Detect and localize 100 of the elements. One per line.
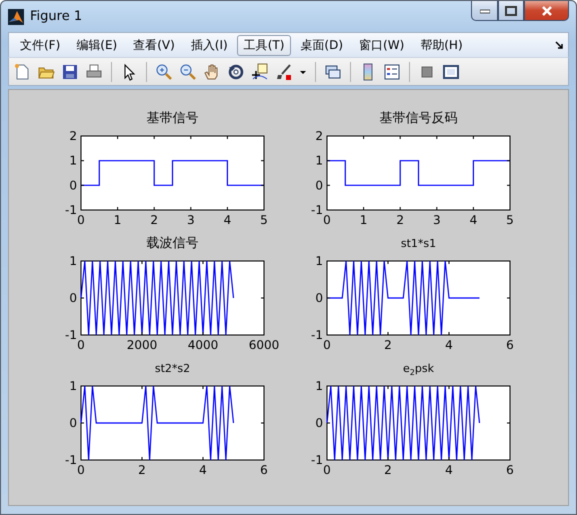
tick-mark <box>506 422 510 424</box>
tick-mark <box>400 136 401 140</box>
tick-mark <box>363 206 364 210</box>
rotate-icon[interactable] <box>227 62 245 80</box>
tick-mark <box>506 184 510 186</box>
tick-label: 1 <box>315 379 323 393</box>
tick-label: 2 <box>150 213 158 227</box>
tick-label: 0 <box>315 291 323 305</box>
tick-label: 2 <box>69 129 77 143</box>
tick-label: 1 <box>315 254 323 268</box>
tick-label: 5 <box>506 213 514 227</box>
menu-item[interactable]: 查看(V) <box>126 34 182 56</box>
tick-label: 3 <box>186 213 195 227</box>
tick-mark <box>117 136 118 140</box>
tick-label: 4 <box>445 463 453 477</box>
tick-mark <box>202 332 204 336</box>
tick-mark <box>472 136 474 140</box>
printer-icon[interactable] <box>85 62 103 80</box>
tick-label: 1 <box>114 213 122 227</box>
tick-label: 4 <box>199 463 207 477</box>
save-icon[interactable] <box>61 62 79 80</box>
tick-label: 0 <box>77 463 85 477</box>
close-icon <box>540 6 552 16</box>
tick-label: 0 <box>69 416 77 430</box>
tick-mark <box>448 456 450 460</box>
frame-icon[interactable] <box>442 62 460 80</box>
dock-arrow-icon[interactable] <box>555 40 564 50</box>
minimize-button[interactable] <box>471 1 498 21</box>
tick-mark <box>117 206 118 210</box>
tick-label: 0 <box>69 291 77 305</box>
tick-label: 2000 <box>126 338 158 352</box>
zoom-out-icon[interactable] <box>179 62 197 80</box>
tick-label: 4 <box>224 213 232 227</box>
tick-mark <box>226 206 228 210</box>
tick-mark <box>190 206 192 210</box>
tick-label: 4000 <box>188 338 218 352</box>
tick-label: -1 <box>65 203 77 217</box>
tick-label: 1 <box>69 254 77 268</box>
tick-mark <box>190 136 192 140</box>
menu-item[interactable]: 工具(T) <box>236 34 292 56</box>
tick-mark <box>326 422 330 424</box>
tick-label: 5 <box>260 213 268 227</box>
new-file-icon[interactable] <box>13 62 31 80</box>
tick-label: 4 <box>470 213 478 227</box>
tick-label: 1 <box>69 154 77 168</box>
zoom-in-icon[interactable] <box>155 62 173 80</box>
tick-label: 4 <box>445 338 453 352</box>
tick-mark <box>80 184 84 186</box>
tick-label: 6 <box>260 463 268 477</box>
tick-label: 6 <box>506 463 514 477</box>
tick-label: 0 <box>77 213 85 227</box>
maximize-button[interactable] <box>498 1 524 21</box>
tick-label: 1 <box>69 379 77 393</box>
tick-mark <box>506 160 510 162</box>
menu-item[interactable]: 帮助(H) <box>413 34 470 56</box>
tick-label: 0 <box>323 338 331 352</box>
app-icon <box>8 8 24 24</box>
tick-label: 1 <box>315 154 323 168</box>
window-title: Figure 1 <box>30 9 82 24</box>
tick-mark <box>326 160 330 162</box>
tick-mark <box>448 386 450 390</box>
tick-mark <box>226 136 228 140</box>
tick-label: 2 <box>396 213 404 227</box>
chart-title: e$_{2}$psk <box>402 361 435 379</box>
menu-item[interactable]: 编辑(E) <box>69 34 124 56</box>
tick-mark <box>400 206 401 210</box>
tick-label: 0 <box>77 338 85 352</box>
tick-mark <box>436 136 438 140</box>
menu-item[interactable]: 插入(I) <box>184 34 235 56</box>
tick-mark <box>363 136 364 140</box>
tick-mark <box>472 206 474 210</box>
tick-mark <box>448 260 450 264</box>
chart-title: 基带信号 <box>146 110 200 128</box>
tick-label: 0 <box>323 213 331 227</box>
tick-mark <box>326 184 330 186</box>
tick-label: -1 <box>311 453 323 467</box>
tick-label: 2 <box>138 463 146 477</box>
chart-title: 基带信号反码 <box>378 110 458 128</box>
tick-label: -1 <box>311 203 323 217</box>
minimize-icon <box>480 8 490 14</box>
brush-icon[interactable] <box>275 62 293 80</box>
tick-mark <box>80 160 84 162</box>
close-button[interactable] <box>524 1 569 21</box>
menu-item[interactable]: 窗口(W) <box>352 34 412 56</box>
chart-title: st2*s2 <box>154 361 192 377</box>
data-cursor-icon[interactable] <box>251 62 269 80</box>
tick-mark <box>154 206 155 210</box>
maximize-icon <box>505 6 517 16</box>
tick-mark <box>260 422 264 424</box>
legend-icon[interactable] <box>383 62 401 80</box>
tick-label: 2 <box>315 129 323 143</box>
menu-item[interactable]: 桌面(D) <box>293 34 350 56</box>
menu-item[interactable]: 文件(F) <box>13 34 68 56</box>
chart-title: 载波信号 <box>146 235 200 253</box>
tick-label: 0 <box>323 463 331 477</box>
tick-label: 0 <box>69 178 77 192</box>
tick-label: 2 <box>384 463 392 477</box>
tick-label: 6000 <box>248 338 280 352</box>
tick-label: 6 <box>506 338 514 352</box>
tick-label: -1 <box>311 328 323 342</box>
